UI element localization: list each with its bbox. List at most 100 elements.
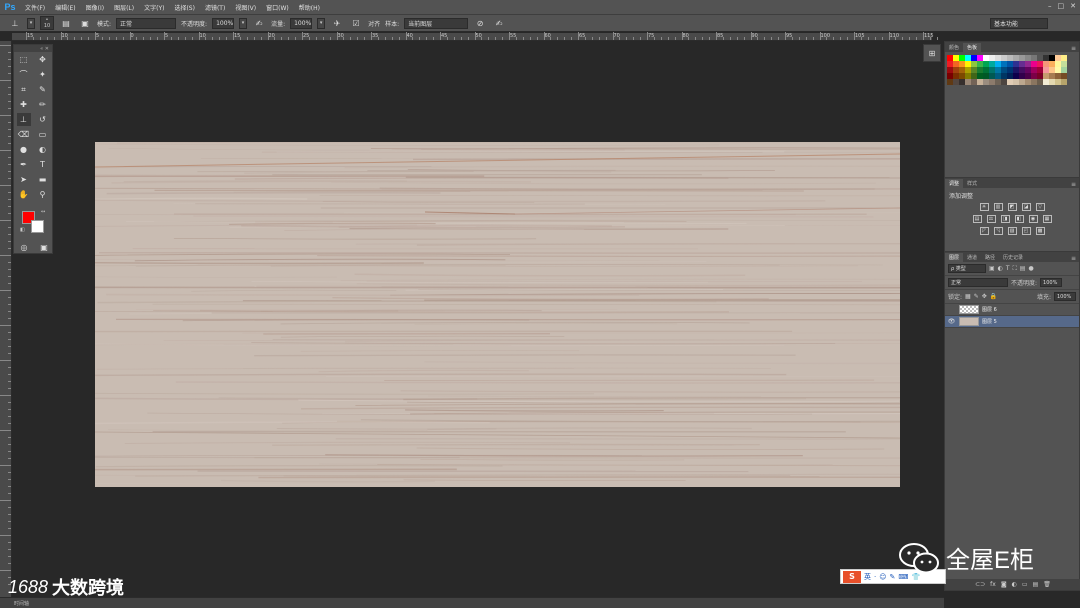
color-swatch[interactable] <box>1001 55 1007 61</box>
aligned-checkbox[interactable]: ☑ <box>349 17 363 30</box>
color-swatch[interactable] <box>977 61 983 67</box>
menu-file[interactable]: 文件(F) <box>20 3 50 12</box>
color-swatch[interactable] <box>977 55 983 61</box>
color-swatch[interactable] <box>1037 61 1043 67</box>
color-swatch[interactable] <box>1007 73 1013 79</box>
background-color-swatch[interactable] <box>31 220 44 233</box>
color-swatch[interactable] <box>959 61 965 67</box>
color-swatch[interactable] <box>1049 73 1055 79</box>
color-swatch[interactable] <box>965 55 971 61</box>
move-tool-icon[interactable]: ✥ <box>36 53 50 66</box>
tab-adjustments[interactable]: 调整 <box>945 179 964 188</box>
document-canvas[interactable] <box>95 142 900 487</box>
ruler-horizontal[interactable]: 15 10 5 0 5 10 15 20 25 30 35 40 45 50 55 60 65 70 75 80 85 9… <box>12 32 952 41</box>
color-swatch[interactable] <box>971 73 977 79</box>
color-swatch[interactable] <box>1037 55 1043 61</box>
layer-row-selected[interactable]: 👁 图层 5 <box>945 316 1079 328</box>
hue-saturation-icon[interactable]: ▤ <box>972 215 982 223</box>
maximize-button[interactable]: □ <box>1058 2 1065 10</box>
color-swatch[interactable] <box>1019 61 1025 67</box>
quick-mask-icon[interactable]: ◎ <box>17 241 31 254</box>
color-swatch[interactable] <box>983 67 989 73</box>
color-balance-icon[interactable]: ⚖ <box>986 215 996 223</box>
tab-channels[interactable]: 通道 <box>963 253 981 262</box>
eyedropper-tool-icon[interactable]: ✎ <box>36 83 50 96</box>
color-swatch[interactable] <box>1055 55 1061 61</box>
color-swatch[interactable] <box>1019 67 1025 73</box>
layer-filter-select[interactable]: ρ 类型 <box>948 264 986 273</box>
filter-shape-icon[interactable]: ⛶ <box>1013 265 1017 273</box>
new-adjustment-icon[interactable]: ◐ <box>1012 581 1017 588</box>
menu-image[interactable]: 图像(I) <box>81 3 109 12</box>
color-swatch[interactable] <box>1019 79 1025 85</box>
color-swatch[interactable] <box>971 61 977 67</box>
color-swatch[interactable] <box>947 73 953 79</box>
color-swatch[interactable] <box>1043 73 1049 79</box>
color-swatch[interactable] <box>989 55 995 61</box>
blur-tool-icon[interactable]: ● <box>17 143 31 156</box>
hand-tool-icon[interactable]: ✋ <box>17 188 31 201</box>
new-layer-icon[interactable]: ▤ <box>1033 581 1039 588</box>
photo-filter-icon[interactable]: ◧ <box>1014 215 1024 223</box>
color-swatch[interactable] <box>995 55 1001 61</box>
panel-menu-icon[interactable]: ≡ <box>1071 45 1079 52</box>
selective-color-icon[interactable]: ◰ <box>1021 227 1031 235</box>
filter-type-icon[interactable]: T <box>1006 265 1010 272</box>
color-swatch[interactable] <box>971 67 977 73</box>
color-swatch[interactable] <box>1061 67 1067 73</box>
filter-smart-icon[interactable]: ▤ <box>1020 265 1026 272</box>
brush-size-picker[interactable]: • 10 <box>40 16 54 30</box>
menu-select[interactable]: 选择(S) <box>169 3 200 12</box>
color-swatch[interactable] <box>1049 67 1055 73</box>
ime-emoji-icon[interactable]: ☺ <box>879 573 886 581</box>
lasso-tool-icon[interactable]: ⌒ <box>17 68 31 81</box>
pen-tool-icon[interactable]: ✒ <box>17 158 31 171</box>
rectangle-tool-icon[interactable]: ▬ <box>36 173 50 186</box>
color-swatch[interactable] <box>1001 67 1007 73</box>
color-swatch[interactable] <box>1055 73 1061 79</box>
layer-style-icon[interactable]: fx <box>990 581 996 588</box>
new-group-icon[interactable]: ▭ <box>1022 581 1028 588</box>
brush-panel-icon[interactable]: ▤ <box>59 17 73 30</box>
color-swatch[interactable] <box>1025 73 1031 79</box>
filter-adjustment-icon[interactable]: ◐ <box>998 265 1003 272</box>
layer-visibility-toggle[interactable] <box>947 305 956 315</box>
threshold-icon[interactable]: ▨ <box>1007 227 1017 235</box>
color-swatch[interactable] <box>977 67 983 73</box>
clone-stamp-tool-icon[interactable]: ⊥ <box>16 113 31 126</box>
color-swatch[interactable] <box>1007 61 1013 67</box>
gradient-map-icon[interactable]: ▩ <box>1035 227 1045 235</box>
menu-layer[interactable]: 图层(L) <box>109 3 139 12</box>
blend-mode-select[interactable]: 正常 <box>948 278 1008 287</box>
color-swatch[interactable] <box>983 55 989 61</box>
color-swatch[interactable] <box>1025 79 1031 85</box>
color-swatch[interactable] <box>1025 55 1031 61</box>
color-swatch[interactable] <box>953 79 959 85</box>
color-swatch[interactable] <box>983 73 989 79</box>
gradient-tool-icon[interactable]: ▭ <box>36 128 50 141</box>
color-swatch[interactable] <box>1055 79 1061 85</box>
black-white-icon[interactable]: ◨ <box>1000 215 1010 223</box>
ime-language-toggle[interactable]: 英 <box>864 572 871 582</box>
color-swatch[interactable] <box>1031 55 1037 61</box>
color-swatch[interactable] <box>1043 79 1049 85</box>
menu-view[interactable]: 视图(V) <box>230 3 261 12</box>
color-swatch[interactable] <box>1013 67 1019 73</box>
dodge-tool-icon[interactable]: ◐ <box>36 143 50 156</box>
screen-mode-icon[interactable]: ▣ <box>37 241 51 254</box>
lock-position-icon[interactable]: ✥ <box>982 293 987 300</box>
color-swatch[interactable] <box>1037 79 1043 85</box>
color-swatch[interactable] <box>965 73 971 79</box>
color-swatch[interactable] <box>947 79 953 85</box>
color-swatch[interactable] <box>989 61 995 67</box>
ime-punctuation-icon[interactable]: · <box>874 573 876 581</box>
tab-layers[interactable]: 图层 <box>945 253 964 262</box>
menu-help[interactable]: 帮助(H) <box>294 3 325 12</box>
fill-input[interactable]: 100% <box>1054 292 1076 301</box>
color-swatch[interactable] <box>965 61 971 67</box>
color-swatch[interactable] <box>977 79 983 85</box>
color-swatch[interactable] <box>971 79 977 85</box>
color-swatch[interactable] <box>1007 55 1013 61</box>
color-swatch[interactable] <box>1043 67 1049 73</box>
color-swatch[interactable] <box>977 73 983 79</box>
